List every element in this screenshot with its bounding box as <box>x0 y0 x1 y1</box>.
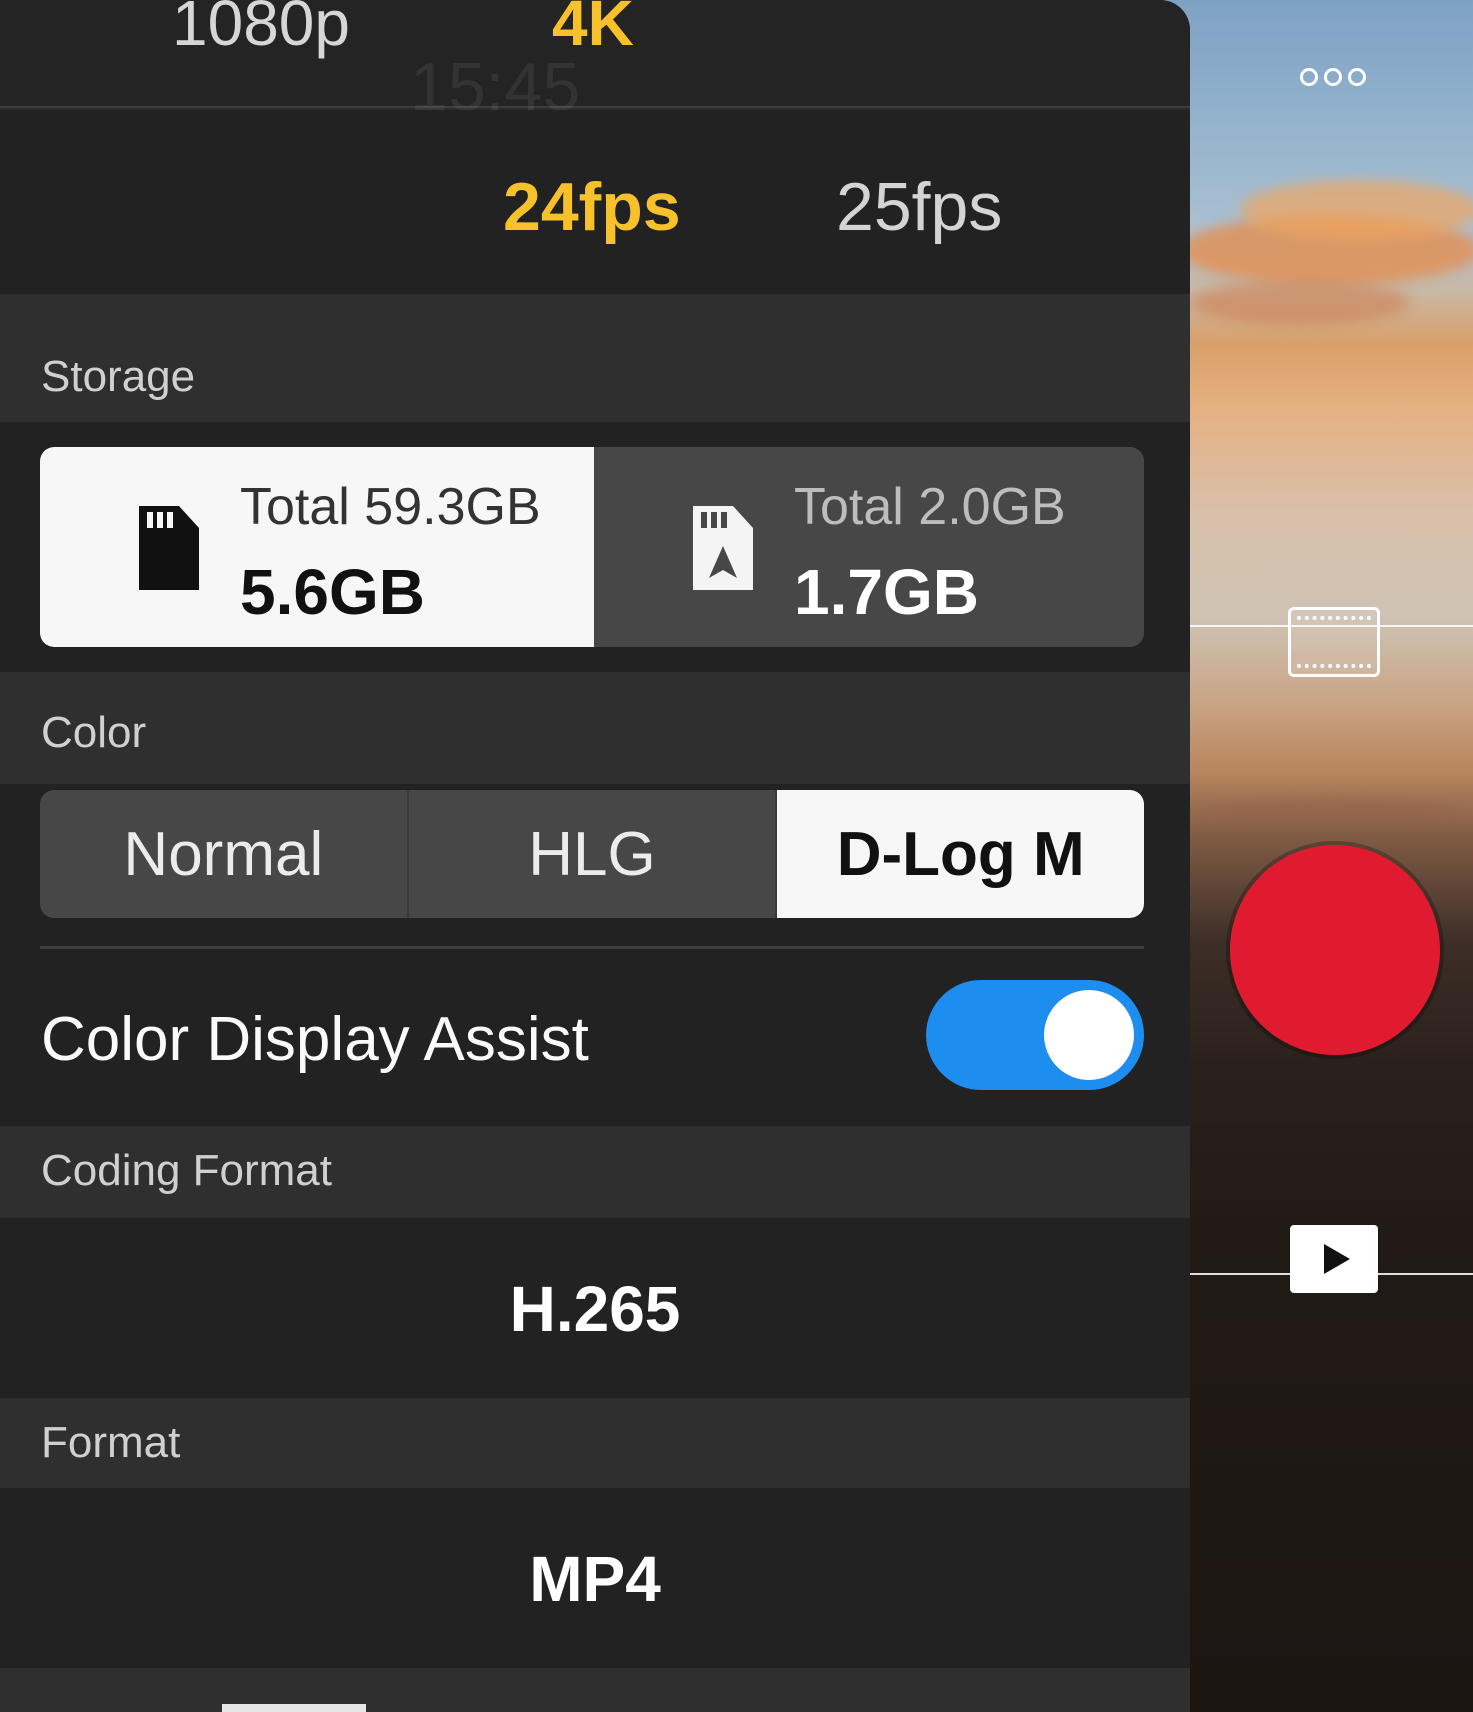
color-display-assist-label: Color Display Assist <box>41 1005 589 1074</box>
coding-format-label: Coding Format <box>41 1146 333 1195</box>
format-header: Format <box>0 1398 1190 1488</box>
storage-free: 1.7GB <box>794 556 979 628</box>
format-value[interactable]: MP4 <box>0 1542 1190 1616</box>
panel-footer <box>0 1668 1190 1712</box>
video-settings-panel: 15:45 1080p 4K 24fps 25fps Storage Total… <box>0 0 1190 1712</box>
coding-format-picker[interactable]: H.265 <box>0 1218 1190 1398</box>
color-profile-selector: Normal HLG D-Log M <box>40 790 1144 918</box>
format-label: Format <box>41 1418 181 1467</box>
fps-option-25[interactable]: 25fps <box>836 168 1002 246</box>
color-label: Color <box>41 708 147 757</box>
more-icon[interactable] <box>1293 62 1373 92</box>
horizon-haze <box>1200 800 1460 822</box>
sky-cloud <box>1190 280 1410 325</box>
format-picker[interactable]: MP4 <box>0 1488 1190 1668</box>
storage-options: Total 59.3GB 5.6GB Total 2.0GB 1.7GB <box>40 447 1144 647</box>
scroll-indicator[interactable] <box>222 1704 366 1712</box>
color-option-hlg[interactable]: HLG <box>409 790 778 918</box>
internal-storage-icon <box>693 506 753 590</box>
storage-total: Total 59.3GB <box>240 478 541 536</box>
resolution-option-1080p[interactable]: 1080p <box>172 0 350 60</box>
storage-option-sd-card[interactable]: Total 59.3GB 5.6GB <box>40 447 594 647</box>
color-option-normal[interactable]: Normal <box>40 790 409 918</box>
color-option-dlog-m[interactable]: D-Log M <box>777 790 1144 918</box>
color-settings: Normal HLG D-Log M Color Display Assist <box>0 784 1190 1126</box>
storage-section-header: Storage <box>0 294 1190 422</box>
resolution-picker[interactable]: 15:45 1080p 4K <box>0 0 1190 125</box>
fps-option-24[interactable]: 24fps <box>503 168 681 246</box>
playback-button[interactable] <box>1290 1225 1378 1293</box>
sky-cloud <box>1240 180 1473 240</box>
sd-card-icon <box>139 506 199 590</box>
storage-selector: Total 59.3GB 5.6GB Total 2.0GB 1.7GB <box>0 422 1190 672</box>
coding-format-header: Coding Format <box>0 1126 1190 1218</box>
storage-total: Total 2.0GB <box>794 478 1066 536</box>
storage-option-internal[interactable]: Total 2.0GB 1.7GB <box>594 447 1144 647</box>
storage-label: Storage <box>41 352 196 401</box>
coding-format-value[interactable]: H.265 <box>0 1272 1190 1346</box>
color-display-assist-toggle[interactable] <box>926 980 1144 1090</box>
play-icon <box>1324 1244 1350 1274</box>
color-section-header: Color <box>0 672 1190 784</box>
divider <box>40 946 1144 949</box>
toggle-knob <box>1044 990 1134 1080</box>
resolution-option-4k[interactable]: 4K <box>552 0 634 60</box>
frame-rate-picker[interactable]: 24fps 25fps <box>0 110 1190 294</box>
storage-free: 5.6GB <box>240 556 425 628</box>
film-frame-icon[interactable] <box>1288 607 1380 677</box>
record-button[interactable] <box>1230 845 1440 1055</box>
